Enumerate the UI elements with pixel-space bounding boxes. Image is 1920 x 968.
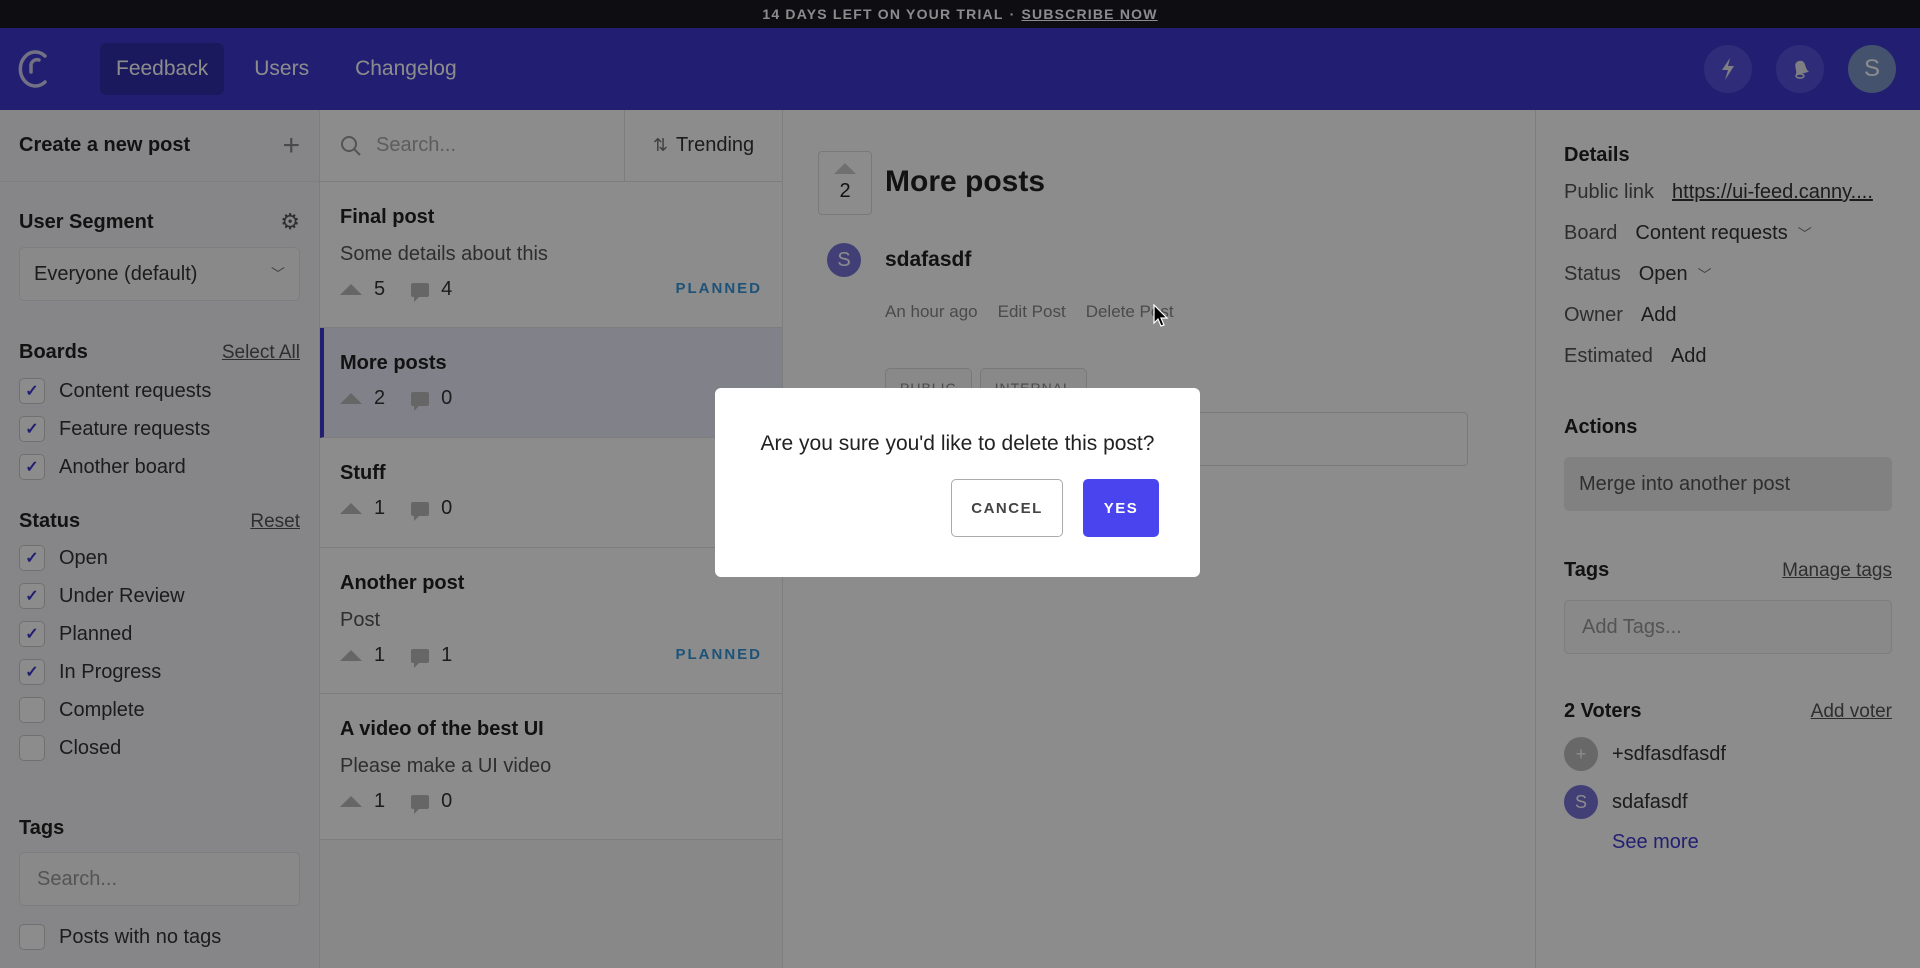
dialog-question: Are you sure you'd like to delete this p… — [760, 432, 1155, 455]
cancel-button[interactable]: CANCEL — [951, 479, 1063, 537]
mouse-cursor-icon — [1153, 304, 1169, 327]
delete-confirm-dialog: Are you sure you'd like to delete this p… — [715, 388, 1200, 577]
yes-button[interactable]: YES — [1083, 479, 1159, 537]
